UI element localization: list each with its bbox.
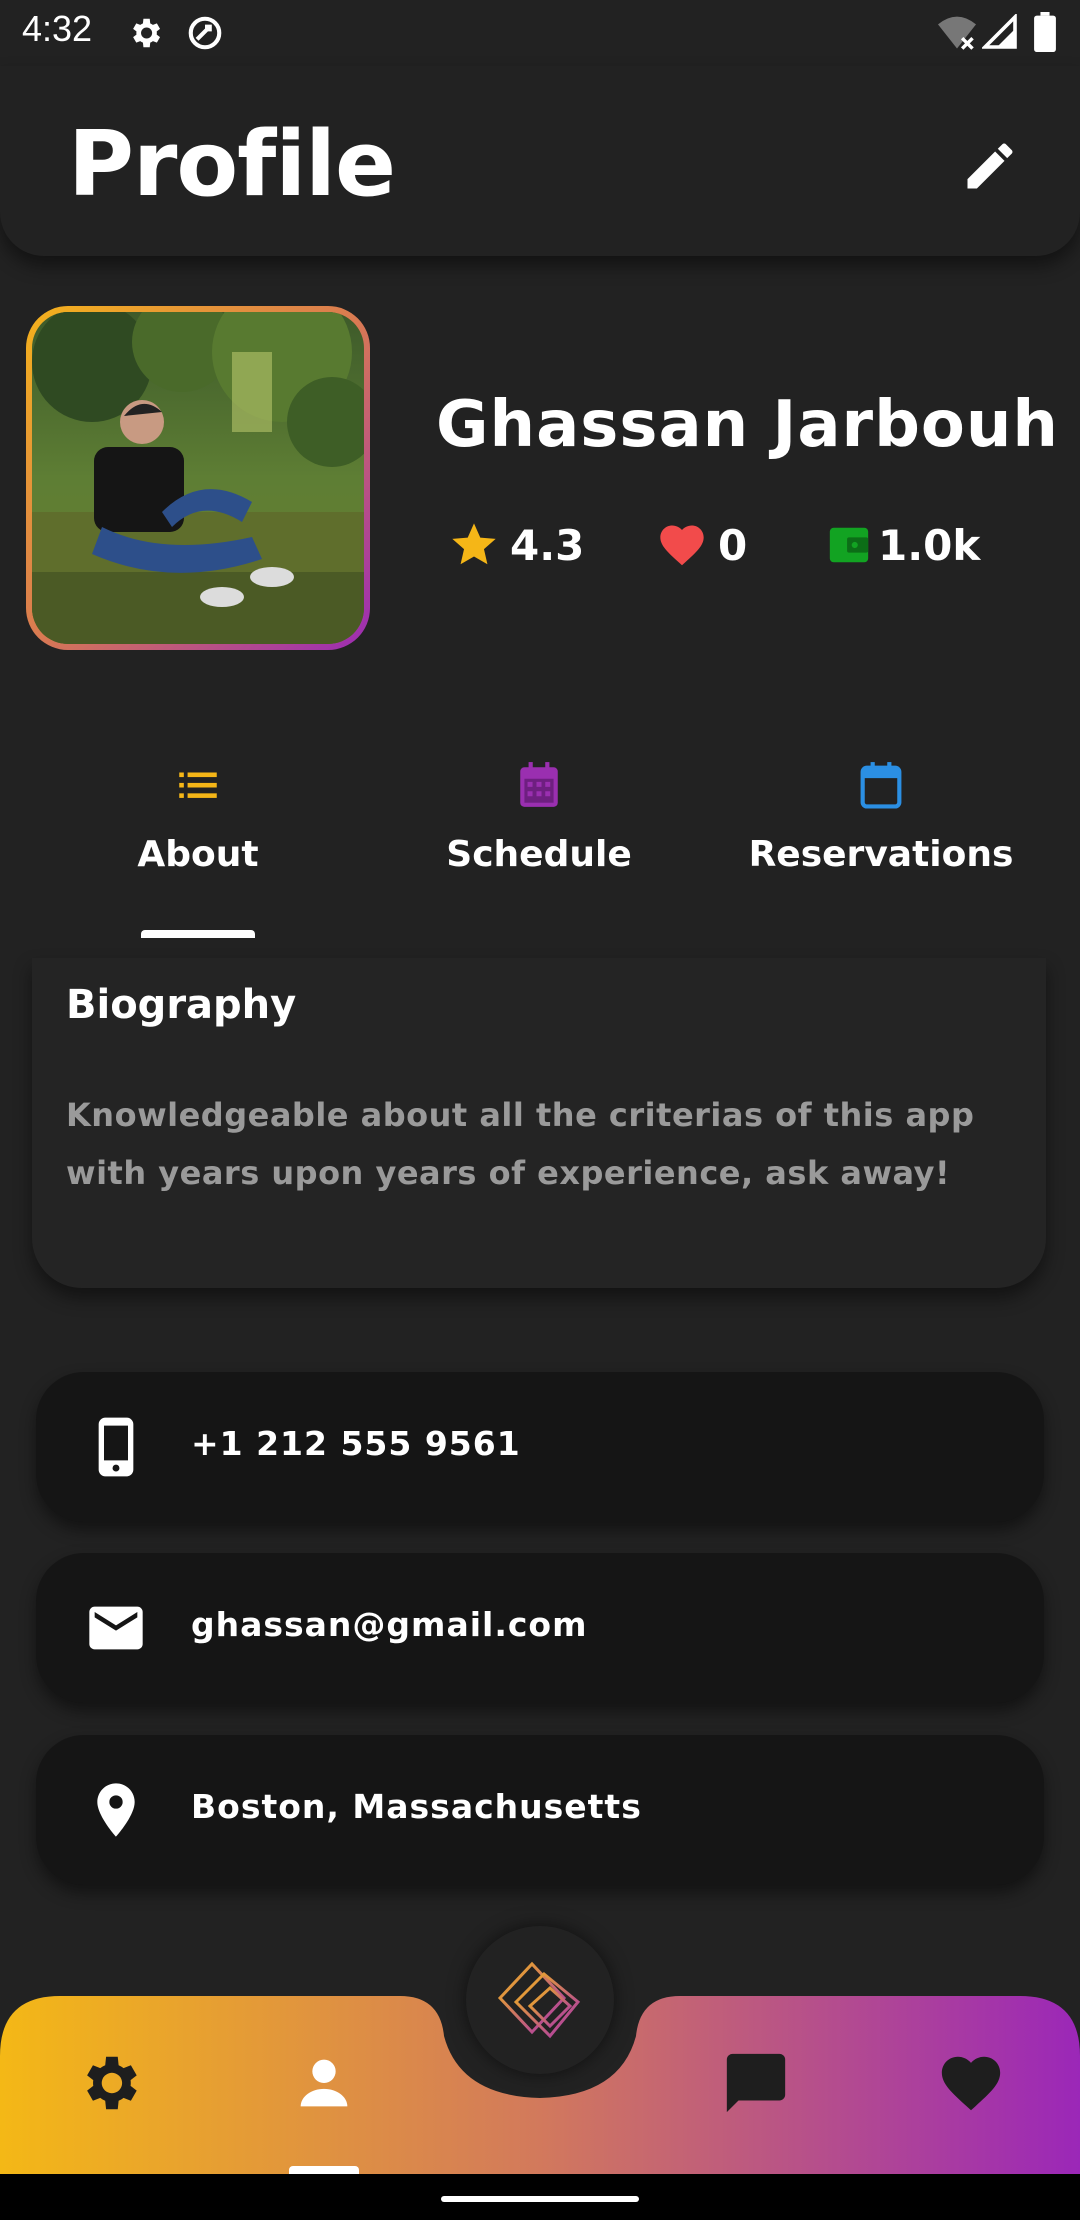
home-logo-icon bbox=[497, 1961, 581, 2039]
nav-chat[interactable] bbox=[721, 2048, 791, 2118]
tab-schedule-label: Schedule bbox=[446, 834, 632, 875]
heart-icon bbox=[660, 525, 704, 566]
rating-stat: 4.3 bbox=[448, 515, 584, 575]
battery-icon bbox=[1034, 12, 1056, 52]
email-card[interactable]: ghassan@gmail.com bbox=[36, 1553, 1044, 1703]
status-time: 4:32 bbox=[22, 8, 93, 49]
location-card[interactable]: Boston, Massachusetts bbox=[36, 1735, 1044, 1885]
tab-indicator bbox=[141, 930, 255, 938]
likes-value: 0 bbox=[718, 520, 748, 570]
wallet-stat: 1.0k bbox=[826, 515, 980, 575]
nav-favorites[interactable] bbox=[936, 2048, 1006, 2118]
email-address: ghassan@gmail.com bbox=[191, 1605, 588, 1644]
page-title: Profile bbox=[68, 112, 396, 217]
pencil-icon bbox=[967, 143, 1013, 189]
avatar-photo bbox=[32, 312, 364, 644]
phone-card[interactable]: +1 212 555 9561 bbox=[36, 1372, 1044, 1522]
nav-profile[interactable] bbox=[289, 2048, 359, 2118]
location-pin-icon bbox=[97, 1783, 135, 1837]
app-header: Profile bbox=[0, 66, 1080, 256]
chat-icon bbox=[726, 2053, 786, 2113]
rating-value: 4.3 bbox=[510, 520, 585, 570]
tab-about[interactable]: About bbox=[28, 760, 368, 910]
settings-icon bbox=[133, 18, 161, 48]
tab-reservations-label: Reservations bbox=[748, 834, 1014, 875]
tab-about-label: About bbox=[137, 834, 259, 875]
mail-icon bbox=[89, 1606, 143, 1650]
profile-name: Ghassan Jarbouh bbox=[436, 388, 1059, 462]
location-text: Boston, Massachusetts bbox=[191, 1787, 642, 1826]
biography-title: Biography bbox=[66, 982, 297, 1028]
calendar-grid-icon bbox=[520, 762, 558, 807]
nav-settings[interactable] bbox=[74, 2048, 144, 2118]
wallet-icon bbox=[829, 527, 869, 563]
calendar-icon bbox=[860, 762, 902, 809]
star-icon bbox=[452, 523, 496, 565]
wifi-off-icon bbox=[938, 16, 976, 50]
signal-icon bbox=[982, 14, 1017, 49]
home-button[interactable] bbox=[466, 1926, 614, 2074]
biography-card: Biography Knowledgeable about all the cr… bbox=[32, 958, 1046, 1288]
heart-icon bbox=[941, 2056, 1001, 2111]
avatar[interactable] bbox=[26, 306, 370, 650]
status-bar: 4:32 bbox=[0, 0, 1080, 66]
sync-icon bbox=[188, 16, 222, 50]
gesture-handle[interactable] bbox=[441, 2196, 639, 2202]
nav-active-indicator bbox=[289, 2166, 359, 2174]
edit-button[interactable] bbox=[960, 136, 1020, 196]
person-icon bbox=[300, 2059, 348, 2107]
biography-text: Knowledgeable about all the criterias of… bbox=[66, 1096, 975, 1192]
phone-number: +1 212 555 9561 bbox=[191, 1424, 521, 1463]
tab-schedule[interactable]: Schedule bbox=[369, 760, 709, 910]
list-icon bbox=[179, 772, 217, 798]
tab-reservations[interactable]: Reservations bbox=[711, 760, 1051, 910]
likes-stat: 0 bbox=[656, 515, 747, 575]
phone-icon bbox=[98, 1417, 134, 1477]
settings-icon bbox=[87, 2056, 137, 2110]
wallet-value: 1.0k bbox=[878, 520, 981, 570]
